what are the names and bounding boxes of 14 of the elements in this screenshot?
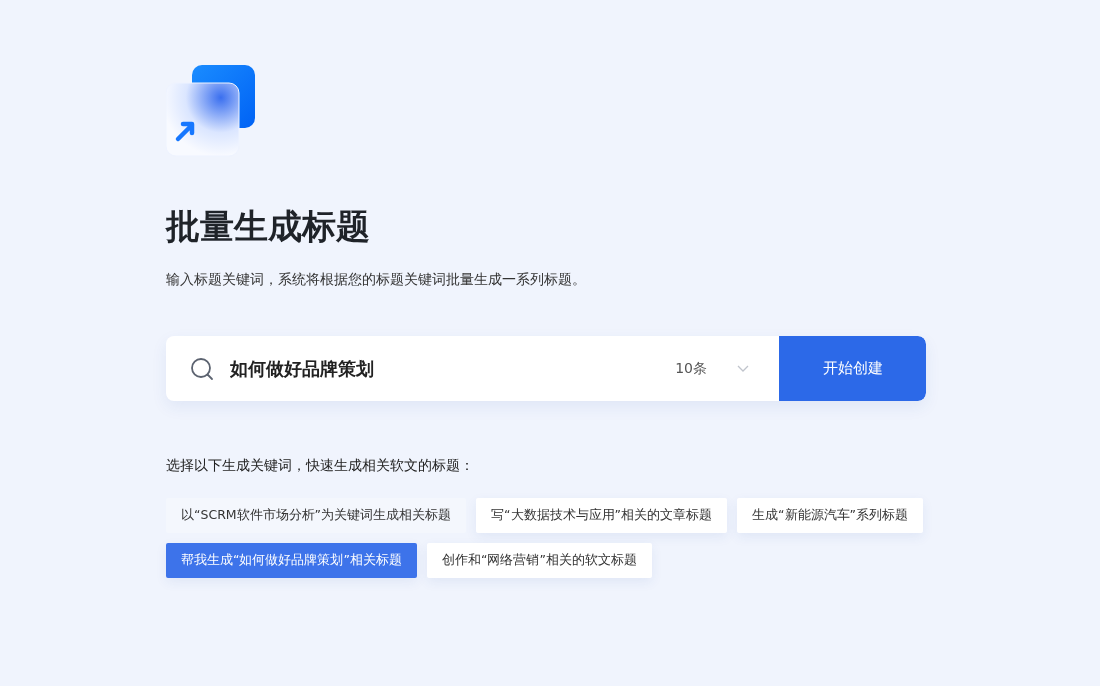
page-description: 输入标题关键词，系统将根据您的标题关键词批量生成一系列标题。 bbox=[166, 270, 586, 289]
count-dropdown[interactable]: 10条 bbox=[675, 336, 779, 401]
search-icon bbox=[190, 356, 214, 381]
app-logo-icon bbox=[166, 65, 256, 157]
keyword-input[interactable]: 如何做好品牌策划 bbox=[228, 357, 632, 380]
suggestion-chip[interactable]: 创作和“网络营销”相关的软文标题 bbox=[426, 543, 652, 578]
chevron-down-icon bbox=[737, 365, 749, 372]
suggestion-chip[interactable]: 生成“新能源汽车”系列标题 bbox=[737, 498, 923, 533]
page-title: 批量生成标题 bbox=[166, 205, 370, 248]
suggestion-chip[interactable]: 帮我生成“如何做好品牌策划”相关标题 bbox=[166, 543, 417, 578]
suggestions-label: 选择以下生成关键词，快速生成相关软文的标题： bbox=[166, 456, 474, 475]
suggestion-chip[interactable]: 以“SCRM软件市场分析”为关键词生成相关标题 bbox=[166, 498, 467, 533]
suggestion-chip[interactable]: 写“大数据技术与应用”相关的文章标题 bbox=[476, 498, 728, 533]
start-create-button[interactable]: 开始创建 bbox=[779, 336, 926, 401]
